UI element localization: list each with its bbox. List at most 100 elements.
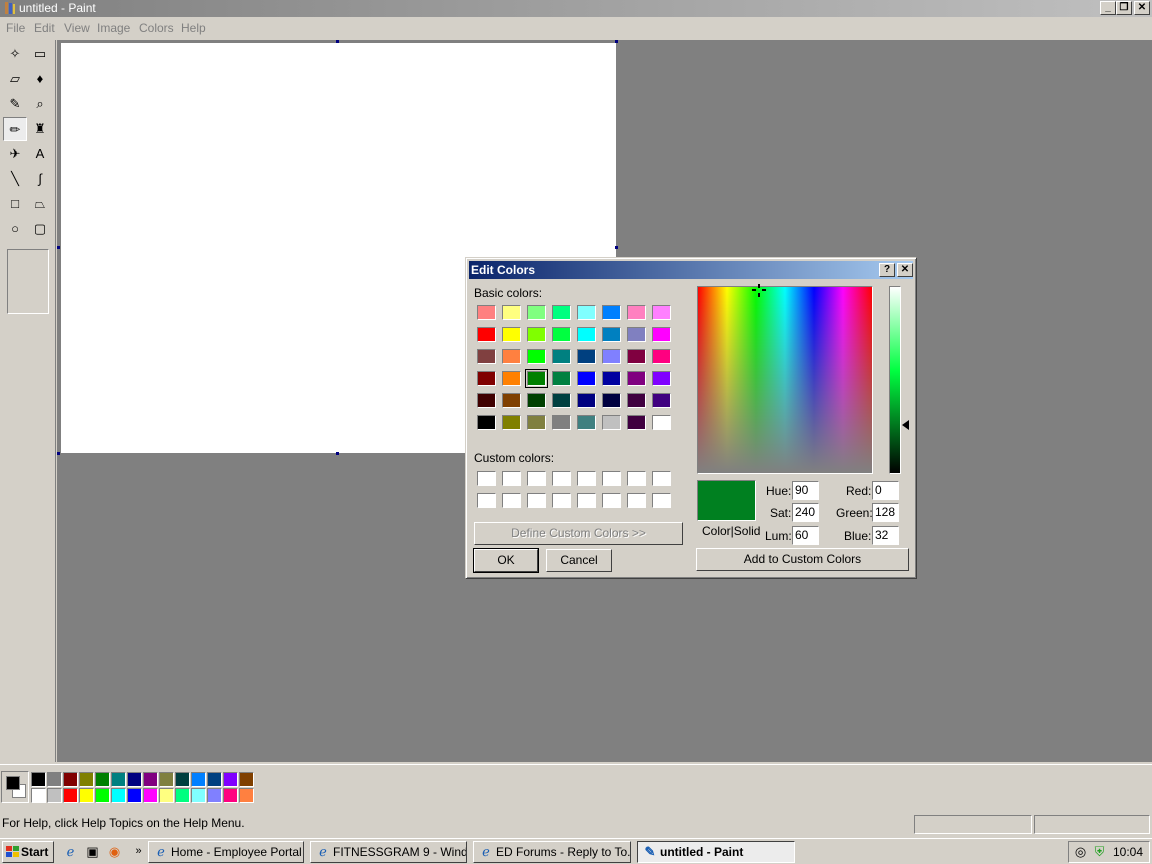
- basic-color-swatch[interactable]: [652, 327, 671, 342]
- magnifier-icon[interactable]: ⌕: [28, 92, 52, 116]
- palette-swatch[interactable]: [143, 788, 158, 803]
- taskbar-task-2[interactable]: ℯ ED Forums - Reply to To...: [473, 841, 631, 863]
- palette-swatch[interactable]: [223, 772, 238, 787]
- palette-swatch[interactable]: [63, 788, 78, 803]
- basic-color-swatch[interactable]: [502, 305, 521, 320]
- custom-color-swatch[interactable]: [502, 493, 521, 508]
- basic-color-swatch[interactable]: [602, 393, 621, 408]
- palette-swatch[interactable]: [95, 788, 110, 803]
- pencil-icon[interactable]: ✏: [3, 117, 27, 141]
- basic-color-swatch[interactable]: [577, 327, 596, 342]
- basic-color-swatch[interactable]: [652, 305, 671, 320]
- luminosity-slider[interactable]: [889, 286, 901, 474]
- basic-color-swatch[interactable]: [577, 393, 596, 408]
- tray-shield-icon[interactable]: ⛨: [1091, 843, 1108, 860]
- palette-swatch[interactable]: [79, 772, 94, 787]
- basic-color-swatch[interactable]: [502, 349, 521, 364]
- custom-color-swatch[interactable]: [602, 493, 621, 508]
- basic-color-swatch[interactable]: [627, 415, 646, 430]
- basic-color-swatch[interactable]: [577, 415, 596, 430]
- custom-color-swatch[interactable]: [477, 493, 496, 508]
- green-input[interactable]: 128: [872, 503, 899, 522]
- taskbar-task-1[interactable]: ℯ FITNESSGRAM 9 - Windo...: [310, 841, 467, 863]
- minimize-button[interactable]: _: [1100, 1, 1116, 15]
- free-select-icon[interactable]: ✧: [3, 42, 27, 66]
- basic-color-swatch[interactable]: [527, 415, 546, 430]
- basic-color-swatch[interactable]: [502, 415, 521, 430]
- blue-input[interactable]: 32: [872, 526, 899, 545]
- custom-color-swatch[interactable]: [602, 471, 621, 486]
- lum-input[interactable]: 60: [792, 526, 819, 545]
- menu-help[interactable]: Help: [181, 21, 206, 35]
- custom-color-swatch[interactable]: [577, 471, 596, 486]
- restore-button[interactable]: ❐: [1116, 1, 1132, 15]
- basic-color-swatch[interactable]: [477, 305, 496, 320]
- palette-swatch[interactable]: [79, 788, 94, 803]
- basic-color-swatch[interactable]: [552, 327, 571, 342]
- custom-color-swatch[interactable]: [652, 471, 671, 486]
- basic-color-swatch[interactable]: [477, 371, 496, 386]
- custom-color-swatch[interactable]: [627, 493, 646, 508]
- color-spectrum[interactable]: [697, 286, 873, 474]
- basic-color-swatch[interactable]: [627, 393, 646, 408]
- palette-swatch[interactable]: [127, 788, 142, 803]
- pick-color-icon[interactable]: ✎: [3, 92, 27, 116]
- basic-color-swatch[interactable]: [652, 349, 671, 364]
- basic-color-swatch[interactable]: [627, 349, 646, 364]
- palette-swatch[interactable]: [175, 772, 190, 787]
- palette-swatch[interactable]: [31, 772, 46, 787]
- rectangle-icon[interactable]: □: [3, 192, 27, 216]
- palette-swatch[interactable]: [111, 788, 126, 803]
- airbrush-icon[interactable]: ✈: [3, 142, 27, 166]
- chevron-more-icon[interactable]: »: [130, 843, 147, 860]
- custom-color-swatch[interactable]: [477, 471, 496, 486]
- basic-color-swatch[interactable]: [652, 393, 671, 408]
- current-colors[interactable]: [1, 771, 29, 803]
- custom-color-swatch[interactable]: [627, 471, 646, 486]
- basic-color-swatch[interactable]: [552, 415, 571, 430]
- resize-handle-right[interactable]: [615, 246, 618, 249]
- basic-color-swatch[interactable]: [477, 415, 496, 430]
- desktop-quicklaunch-icon[interactable]: ▣: [84, 843, 101, 860]
- basic-color-swatch[interactable]: [627, 371, 646, 386]
- basic-color-swatch[interactable]: [602, 415, 621, 430]
- custom-color-swatch[interactable]: [527, 493, 546, 508]
- eraser-icon[interactable]: ▱: [3, 67, 27, 91]
- basic-color-swatch[interactable]: [552, 349, 571, 364]
- palette-swatch[interactable]: [207, 772, 222, 787]
- sat-input[interactable]: 240: [792, 503, 819, 522]
- basic-color-swatch[interactable]: [602, 371, 621, 386]
- menu-file[interactable]: File: [6, 21, 25, 35]
- resize-handle-bottom[interactable]: [336, 452, 339, 455]
- close-button[interactable]: ✕: [1134, 1, 1150, 15]
- custom-color-swatch[interactable]: [502, 471, 521, 486]
- basic-color-swatch[interactable]: [502, 371, 521, 386]
- palette-swatch[interactable]: [159, 772, 174, 787]
- ok-button[interactable]: OK: [473, 548, 539, 573]
- tray-sync-icon[interactable]: ◎: [1072, 843, 1089, 860]
- basic-color-swatch[interactable]: [577, 305, 596, 320]
- taskbar-task-0[interactable]: ℯ Home - Employee Portal ...: [148, 841, 304, 863]
- polygon-icon[interactable]: ⏢: [28, 192, 52, 216]
- palette-swatch[interactable]: [47, 772, 62, 787]
- custom-color-swatch[interactable]: [527, 471, 546, 486]
- custom-color-swatch[interactable]: [577, 493, 596, 508]
- basic-color-swatch[interactable]: [502, 327, 521, 342]
- luminosity-arrow-icon[interactable]: [902, 420, 909, 430]
- define-custom-colors-button[interactable]: Define Custom Colors >>: [474, 522, 683, 545]
- basic-color-swatch[interactable]: [502, 393, 521, 408]
- basic-color-swatch[interactable]: [527, 349, 546, 364]
- basic-color-swatch[interactable]: [652, 371, 671, 386]
- basic-color-swatch[interactable]: [477, 327, 496, 342]
- dialog-close-button[interactable]: ✕: [897, 263, 913, 277]
- palette-swatch[interactable]: [239, 788, 254, 803]
- curve-icon[interactable]: ∫: [28, 167, 52, 191]
- custom-color-swatch[interactable]: [652, 493, 671, 508]
- text-icon[interactable]: A: [28, 142, 52, 166]
- dialog-help-button[interactable]: ?: [879, 263, 895, 277]
- palette-swatch[interactable]: [111, 772, 126, 787]
- basic-color-swatch[interactable]: [602, 305, 621, 320]
- palette-swatch[interactable]: [63, 772, 78, 787]
- start-button[interactable]: Start: [2, 841, 54, 863]
- ellipse-icon[interactable]: ○: [3, 217, 27, 241]
